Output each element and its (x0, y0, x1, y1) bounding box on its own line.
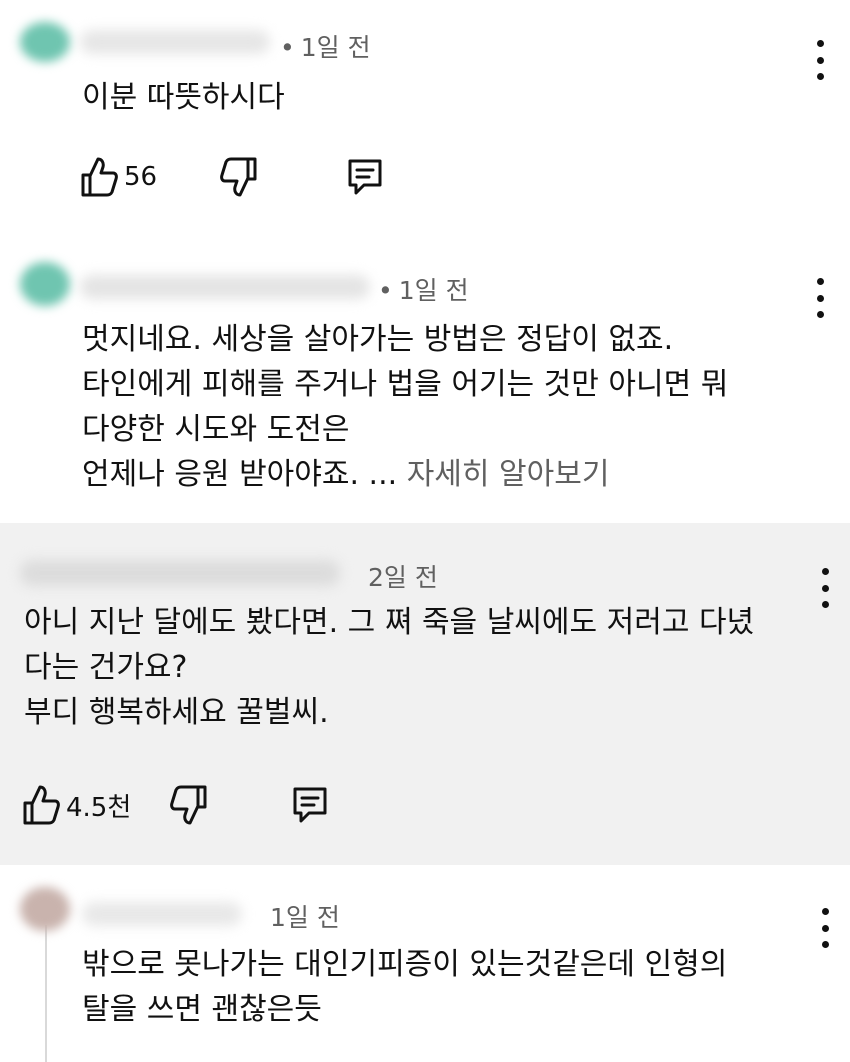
comment-meta: • 1일 전 (280, 28, 371, 64)
comment-4: 1일 전 밖으로 못나가는 대인기피증이 있는것같은데 인형의 탈을 쓰면 괜찮… (0, 865, 850, 1062)
comment-time: 1일 전 (398, 276, 469, 305)
more-vertical-icon (821, 908, 829, 915)
like-count: 4.5천 (66, 792, 132, 823)
comment-line: 다는 건가요? (24, 650, 188, 685)
thumbs-down-icon (220, 155, 258, 199)
comment-text: 이분 따뜻하시다 (82, 75, 285, 120)
comment-3-highlighted: 2일 전 아니 지난 달에도 봤다면. 그 쪄 죽을 날씨에도 저러고 다녔 다… (0, 523, 850, 865)
more-vertical-icon (821, 568, 829, 575)
comment-time: 1일 전 (270, 903, 340, 932)
more-vertical-icon (816, 278, 824, 285)
more-options-button[interactable] (810, 278, 830, 318)
thumbs-up-icon (22, 783, 60, 827)
comment-line-last: 언제나 응원 받아야죠. ... 자세히 알아보기 (82, 457, 610, 492)
separator-dot: • (378, 276, 393, 305)
like-count: 56 (124, 162, 158, 192)
comment-line: 밖으로 못나가는 대인기피증이 있는것같은데 인형의 (82, 947, 728, 982)
dislike-button[interactable] (220, 155, 258, 199)
more-options-button[interactable] (815, 908, 835, 948)
comment-line: 타인에게 피해를 주거나 법을 어기는 것만 아니면 뭐 (82, 367, 729, 402)
like-button[interactable]: 56 (80, 155, 157, 199)
comment-line: 멋지네요. 세상을 살아가는 방법은 정답이 없죠. (82, 322, 674, 357)
comment-1: • 1일 전 이분 따뜻하시다 56 (0, 0, 850, 240)
author-name-blurred[interactable] (80, 275, 370, 299)
comment-actions: 4.5천 (22, 783, 382, 829)
dislike-button[interactable] (170, 783, 208, 827)
reply-comment-icon (345, 155, 385, 199)
comment-meta: • 1일 전 (378, 271, 469, 307)
avatar[interactable] (20, 262, 70, 306)
comment-actions: 56 (80, 155, 500, 201)
thread-line (45, 925, 47, 1062)
comment-text: 밖으로 못나가는 대인기피증이 있는것같은데 인형의 탈을 쓰면 괜찮은듯 (82, 942, 727, 1032)
comment-line: 이분 따뜻하시다 (82, 80, 285, 115)
reply-button[interactable] (290, 783, 330, 827)
more-options-button[interactable] (810, 40, 830, 80)
comment-line: 부디 행복하세요 꿀벌씨. (24, 695, 329, 730)
comment-time: 2일 전 (368, 563, 438, 592)
comment-line: 아니 지난 달에도 봤다면. 그 쪄 죽을 날씨에도 저러고 다녔 (24, 605, 755, 640)
more-vertical-icon (816, 40, 824, 47)
comment-text: 멋지네요. 세상을 살아가는 방법은 정답이 없죠. 타인에게 피해를 주거나 … (82, 317, 728, 497)
separator-dot: • (280, 33, 295, 62)
comment-time: 1일 전 (300, 33, 371, 62)
like-button[interactable]: 4.5천 (22, 783, 131, 827)
comment-line: 탈을 쓰면 괜찮은듯 (82, 992, 322, 1027)
reply-comment-icon (290, 783, 330, 827)
author-name-blurred[interactable] (80, 30, 270, 54)
comment-line: 다양한 시도와 도전은 (82, 412, 350, 447)
thumbs-up-icon (80, 155, 118, 199)
read-more-link[interactable]: 자세히 알아보기 (407, 457, 610, 492)
more-options-button[interactable] (815, 568, 835, 608)
author-name-blurred[interactable] (82, 902, 242, 926)
avatar[interactable] (20, 22, 70, 62)
avatar[interactable] (20, 887, 70, 931)
comment-2: • 1일 전 멋지네요. 세상을 살아가는 방법은 정답이 없죠. 타인에게 피해… (0, 240, 850, 523)
reply-button[interactable] (345, 155, 385, 199)
author-name-blurred[interactable] (20, 560, 340, 586)
thumbs-down-icon (170, 783, 208, 827)
comment-text: 아니 지난 달에도 봤다면. 그 쪄 죽을 날씨에도 저러고 다녔 다는 건가요… (24, 600, 754, 735)
